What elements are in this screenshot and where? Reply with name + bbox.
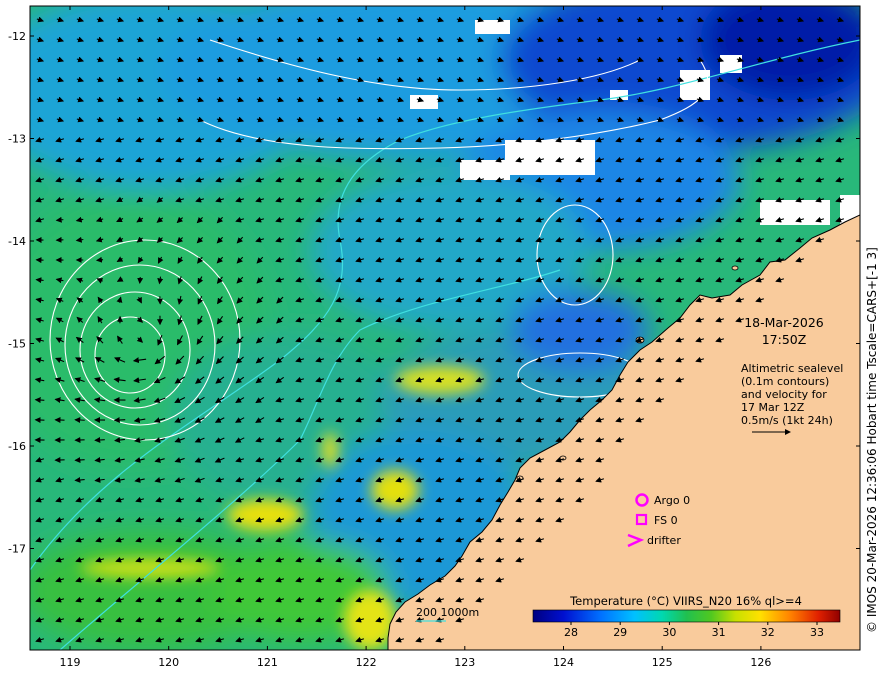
bathymetry-label: 200 1000m	[416, 606, 479, 619]
lat-tick-label: -14	[8, 235, 26, 248]
lon-tick-label: 125	[652, 656, 673, 669]
map-date: 18-Mar-2026	[744, 315, 824, 330]
lon-tick-label: 123	[454, 656, 475, 669]
lon-tick-label: 121	[257, 656, 278, 669]
argo-label: Argo 0	[654, 494, 690, 507]
credit-text: © IMOS 20-Mar-2026 12:36:06 Hobart time …	[865, 247, 879, 633]
info-line-1: Altimetric sealevel	[741, 362, 843, 375]
colorbar-title: Temperature (°C) VIIRS_N20 16% ql>=4	[569, 594, 802, 608]
fs-label: FS 0	[654, 514, 678, 527]
lat-tick-label: -13	[8, 133, 26, 146]
velocity-arrow	[55, 216, 64, 223]
lat-tick-label: -17	[8, 543, 26, 556]
drifter-label: drifter	[647, 534, 681, 547]
info-line-3: and velocity for	[741, 388, 827, 401]
lon-tick-label: 124	[553, 656, 574, 669]
velocity-arrow	[94, 436, 105, 443]
colorbar-tick-label: 31	[712, 626, 726, 639]
lon-tick-label: 119	[60, 656, 81, 669]
velocity-arrow	[95, 256, 104, 263]
colorbar-tick-label: 29	[613, 626, 627, 639]
velocity-arrow	[34, 397, 45, 404]
lat-tick-label: -16	[8, 440, 26, 453]
colorbar-tick-label: 28	[564, 626, 578, 639]
lon-tick-label: 122	[356, 656, 377, 669]
colorbar-tick-label: 33	[810, 626, 824, 639]
velocity-arrow	[74, 456, 85, 463]
velocity-arrow	[113, 417, 126, 424]
lon-tick-label: 126	[750, 656, 771, 669]
colorbar-gradient	[532, 609, 841, 623]
lon-tick-label: 120	[158, 656, 179, 669]
colorbar-tick-label: 32	[761, 626, 775, 639]
sst-map-figure: 119 120 121 122 123 124 125 126 -12 -13 -14 -15 -16…	[8, 5, 879, 669]
info-line-4: 17 Mar 12Z	[741, 401, 805, 414]
info-line-2: (0.1m contours)	[741, 375, 829, 388]
map-time: 17:50Z	[762, 332, 807, 347]
colorbar-tick-label: 30	[662, 626, 676, 639]
info-line-5: 0.5m/s (1kt 24h)	[741, 414, 833, 427]
lat-tick-label: -12	[8, 30, 26, 43]
lat-tick-label: -15	[8, 338, 26, 351]
